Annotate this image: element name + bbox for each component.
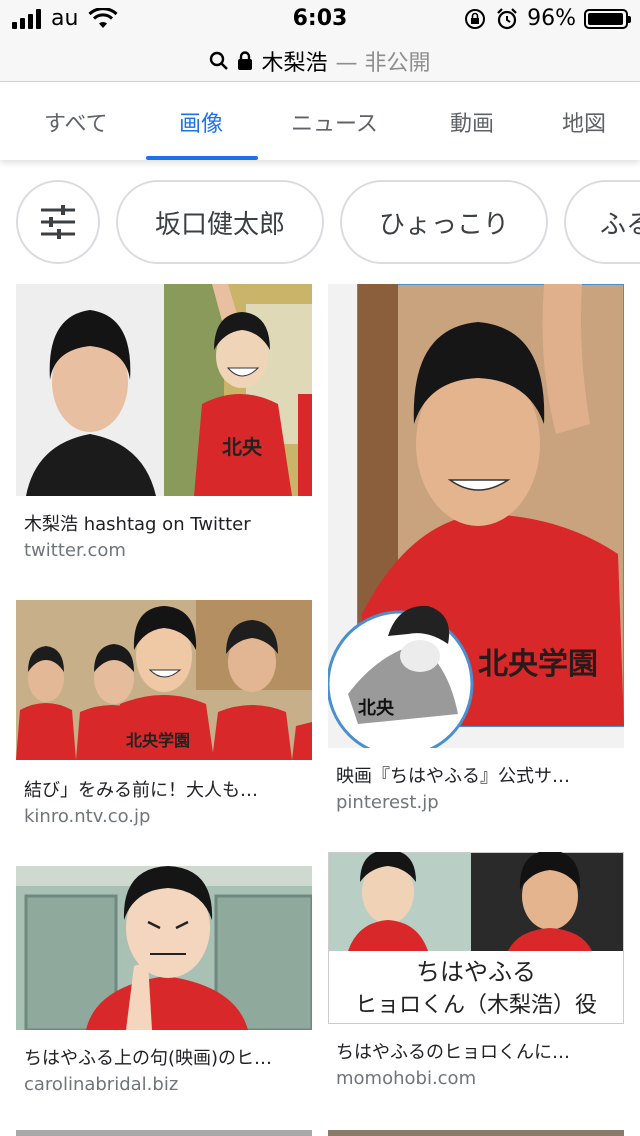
next-result-peek [328, 1130, 624, 1136]
address-private-label: — 非公開 [335, 50, 431, 76]
result-5-thumbnail[interactable]: ちはやふる ヒョロくん（木梨浩）役 [328, 852, 624, 1024]
result-1-thumbnail[interactable]: 北央 [16, 284, 312, 496]
caption-line-1: ちはやふる [416, 960, 536, 986]
image-result-5[interactable]: ちはやふる ヒョロくん（木梨浩）役 ちはやふるのヒョロくんに… momohobi… [328, 852, 624, 1102]
shirt-print: 北央学園 [478, 647, 598, 681]
next-result-peek [16, 1130, 312, 1136]
tab-videos[interactable]: 動画 [450, 106, 494, 138]
image-result-1[interactable]: 北央 木梨浩 hashtag on Twitter twitter.com [16, 284, 312, 574]
result-2-title[interactable]: 映画『ちはやふる』公式サ… [336, 762, 570, 788]
active-tab-indicator [146, 156, 258, 160]
status-right: 96% [463, 6, 631, 31]
result-5-title[interactable]: ちはやふるのヒョロくんに… [336, 1038, 570, 1064]
chip-furu[interactable]: ふる [564, 180, 640, 264]
shirt-print: 北央学園 [126, 731, 190, 750]
chip-sakaguchi[interactable]: 坂口健太郎 [116, 180, 324, 264]
search-tabs: すべて 画像 ニュース 動画 地図 [0, 82, 640, 160]
result-2-domain: pinterest.jp [336, 792, 439, 813]
suggestion-chips: 坂口健太郎 ひょっこり ふる [0, 180, 640, 264]
shirt-print: 北央 [358, 697, 395, 718]
tab-news[interactable]: ニュース [291, 106, 378, 138]
address-query: 木梨浩 [261, 50, 328, 76]
lock-icon [238, 50, 253, 70]
tab-all[interactable]: すべて [44, 106, 108, 138]
chip-hyokkori[interactable]: ひょっこり [340, 180, 548, 264]
result-3-title[interactable]: 結び」をみる前に！大人も… [24, 776, 258, 802]
result-4-thumbnail[interactable] [16, 866, 312, 1030]
tab-images[interactable]: 画像 [179, 106, 223, 138]
result-4-domain: carolinabridal.biz [24, 1074, 179, 1095]
tab-maps[interactable]: 地図 [562, 106, 606, 138]
alarm-icon [497, 7, 517, 29]
result-1-title[interactable]: 木梨浩 hashtag on Twitter [24, 510, 251, 536]
search-icon [210, 51, 229, 70]
image-result-3[interactable]: 北央学園 結び」をみる前に！大人も… kinro.ntv.co.jp [16, 600, 312, 840]
status-bar: au 6:03 96% [0, 0, 640, 40]
image-result-4[interactable]: ちはやふる上の句(映画)のヒ… carolinabridal.biz [16, 866, 312, 1106]
result-3-thumbnail[interactable]: 北央学園 [16, 600, 312, 760]
image-result-2[interactable]: 北央学園 北央 映画『ちはやふる』公式サ… pinterest.jp [328, 284, 624, 824]
filter-chip[interactable] [16, 180, 100, 264]
tune-icon [41, 205, 75, 239]
result-5-domain: momohobi.com [336, 1068, 477, 1089]
battery-icon [584, 8, 631, 29]
orientation-lock-icon [465, 8, 486, 29]
battery-percent: 96% [527, 6, 576, 31]
shirt-print: 北央 [222, 436, 263, 459]
caption-line-2: ヒョロくん（木梨浩）役 [355, 992, 597, 1017]
result-3-domain: kinro.ntv.co.jp [24, 806, 151, 827]
result-1-domain: twitter.com [24, 540, 126, 561]
address-bar[interactable]: 木梨浩 — 非公開 [0, 40, 640, 82]
result-4-title[interactable]: ちはやふる上の句(映画)のヒ… [24, 1044, 272, 1070]
result-2-thumbnail[interactable]: 北央学園 北央 [328, 284, 624, 748]
